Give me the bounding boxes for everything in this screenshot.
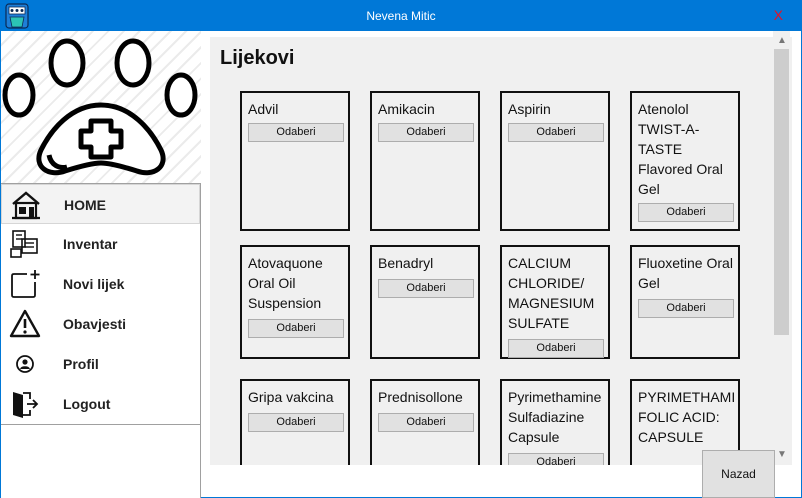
select-button[interactable]: Odaberi <box>638 203 734 222</box>
new-item-icon <box>11 270 40 298</box>
scroll-up-icon[interactable]: ▲ <box>777 35 787 46</box>
select-button[interactable]: Odaberi <box>508 453 604 465</box>
medicine-name: Amikacin <box>378 101 435 117</box>
medicine-name: Atenolol TWIST-A-TASTE Flavored Oral Gel <box>638 101 723 197</box>
medicine-name: CALCIUM CHLORIDE/ MAGNESIUM SULFATE <box>508 255 595 331</box>
warning-icon <box>9 309 41 338</box>
vertical-scrollbar[interactable]: ▲ ▼ <box>773 31 790 465</box>
select-button[interactable]: Odaberi <box>378 123 474 142</box>
sidebar-item-home[interactable]: HOME <box>1 184 200 224</box>
user-icon <box>16 355 34 373</box>
paw-logo-icon <box>2 38 198 176</box>
medicine-name: PYRIMETHAMI FOLIC ACID: CAPSULE <box>638 389 736 445</box>
medicine-card: Pyrimethamine Sulfadiazine Capsule Odabe… <box>500 379 610 465</box>
scrollbar-thumb[interactable] <box>774 49 789 335</box>
logout-icon <box>13 392 39 418</box>
back-button[interactable]: Nazad <box>702 450 775 498</box>
sidebar: HOME Inventar Novi lijek Obavjesti Profi… <box>1 31 201 498</box>
sidebar-item-label: Novi lijek <box>63 276 125 292</box>
medicine-name: Pyrimethamine Sulfadiazine Capsule <box>508 389 602 445</box>
close-button[interactable]: X <box>774 7 783 23</box>
sidebar-item-novi-lijek[interactable]: Novi lijek <box>1 264 200 304</box>
medicine-card: Fluoxetine Oral Gel Odaberi <box>630 245 740 359</box>
medicine-card: Atovaquone Oral Oil Suspension Odaberi <box>240 245 350 359</box>
medicine-name: Advil <box>248 101 279 117</box>
sidebar-item-profil[interactable]: Profil <box>1 344 200 384</box>
sidebar-item-label: Logout <box>63 396 111 412</box>
sidebar-item-inventar[interactable]: Inventar <box>1 224 200 264</box>
select-button[interactable]: Odaberi <box>378 279 474 298</box>
medicine-card: CALCIUM CHLORIDE/ MAGNESIUM SULFATE Odab… <box>500 245 610 359</box>
medicine-card: Gripa vakcina Odaberi <box>240 379 350 465</box>
select-button[interactable]: Odaberi <box>248 123 344 142</box>
sidebar-item-logout[interactable]: Logout <box>1 384 200 424</box>
select-button[interactable]: Odaberi <box>248 319 344 338</box>
app-window: Nevena Mitic X HOME Inventar Novi lijek … <box>0 0 802 498</box>
sidebar-item-label: Obavjesti <box>63 316 127 332</box>
window-title: Nevena Mitic <box>366 9 436 23</box>
medicine-name: Gripa vakcina <box>248 389 334 405</box>
page-title: Lijekovi <box>220 47 295 69</box>
sidebar-item-label: Inventar <box>63 236 118 252</box>
medicine-card: Atenolol TWIST-A-TASTE Flavored Oral Gel… <box>630 91 740 231</box>
medicine-list-panel: Lijekovi Advil Odaberi Amikacin Odaberi … <box>210 37 792 465</box>
medicine-name: Prednisollone <box>378 389 463 405</box>
inventory-icon <box>10 230 38 258</box>
select-button[interactable]: Odaberi <box>508 123 604 142</box>
title-bar: Nevena Mitic X <box>1 1 801 31</box>
medicine-name: Fluoxetine Oral Gel <box>638 255 733 291</box>
home-icon <box>12 191 40 220</box>
sidebar-item-label: Profil <box>63 356 99 372</box>
sidebar-item-obavjesti[interactable]: Obavjesti <box>1 304 200 344</box>
logo-area <box>1 31 201 183</box>
medicine-card: Advil Odaberi <box>240 91 350 231</box>
select-button[interactable]: Odaberi <box>378 413 474 432</box>
select-button[interactable]: Odaberi <box>638 299 734 318</box>
medicine-card: Aspirin Odaberi <box>500 91 610 231</box>
medicine-name: Aspirin <box>508 101 551 117</box>
select-button[interactable]: Odaberi <box>508 339 604 358</box>
medicine-card: Prednisollone Odaberi <box>370 379 480 465</box>
sidebar-nav: HOME Inventar Novi lijek Obavjesti Profi… <box>1 183 200 425</box>
medicine-card: Amikacin Odaberi <box>370 91 480 231</box>
sidebar-item-label: HOME <box>64 197 106 213</box>
medicine-name: Atovaquone Oral Oil Suspension <box>248 255 323 311</box>
medicine-name: Benadryl <box>378 255 434 271</box>
select-button[interactable]: Odaberi <box>248 413 344 432</box>
medicine-card: Benadryl Odaberi <box>370 245 480 359</box>
scroll-down-icon[interactable]: ▼ <box>777 449 787 460</box>
